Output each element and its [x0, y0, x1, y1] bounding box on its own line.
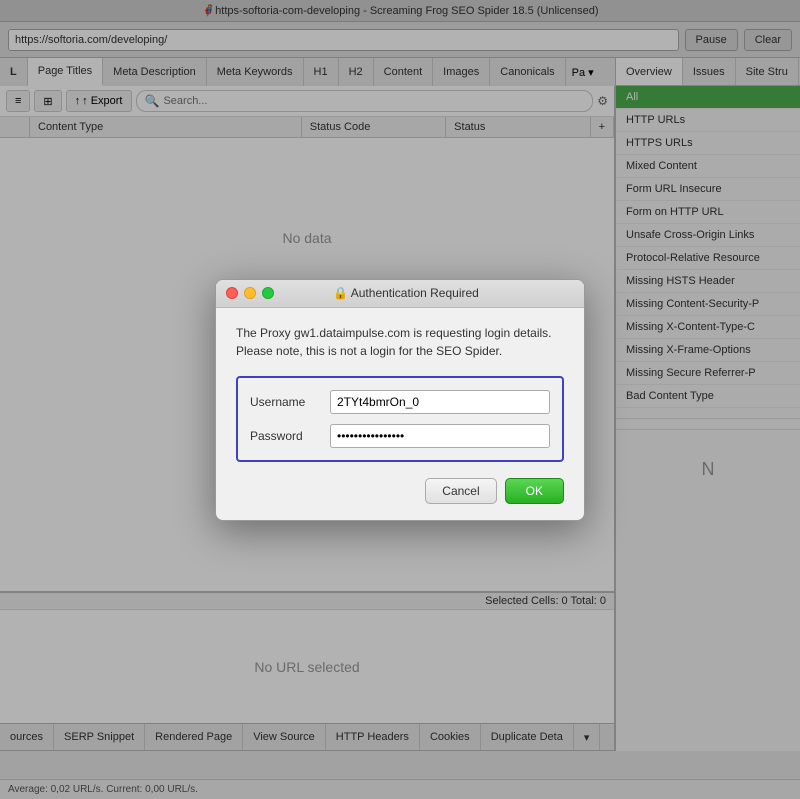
modal-overlay: 🔒 Authentication Required The Proxy gw1.… — [0, 0, 800, 799]
auth-modal: 🔒 Authentication Required The Proxy gw1.… — [215, 279, 585, 521]
username-label: Username — [250, 395, 330, 409]
password-label: Password — [250, 429, 330, 443]
modal-body: The Proxy gw1.dataimpulse.com is request… — [216, 308, 584, 520]
modal-message-line2: Please note, this is not a login for the… — [236, 342, 564, 360]
cancel-button[interactable]: Cancel — [425, 478, 496, 504]
password-input[interactable] — [330, 424, 550, 448]
modal-titlebar: 🔒 Authentication Required — [216, 280, 584, 308]
modal-title: 🔒 Authentication Required — [238, 286, 574, 300]
username-input[interactable] — [330, 390, 550, 414]
ok-button[interactable]: OK — [505, 478, 564, 504]
modal-message-line1: The Proxy gw1.dataimpulse.com is request… — [236, 324, 564, 342]
username-row: Username — [250, 390, 550, 414]
modal-form: Username Password — [236, 376, 564, 462]
password-row: Password — [250, 424, 550, 448]
modal-message: The Proxy gw1.dataimpulse.com is request… — [236, 324, 564, 360]
modal-close-dot[interactable] — [226, 287, 238, 299]
modal-actions: Cancel OK — [236, 478, 564, 504]
